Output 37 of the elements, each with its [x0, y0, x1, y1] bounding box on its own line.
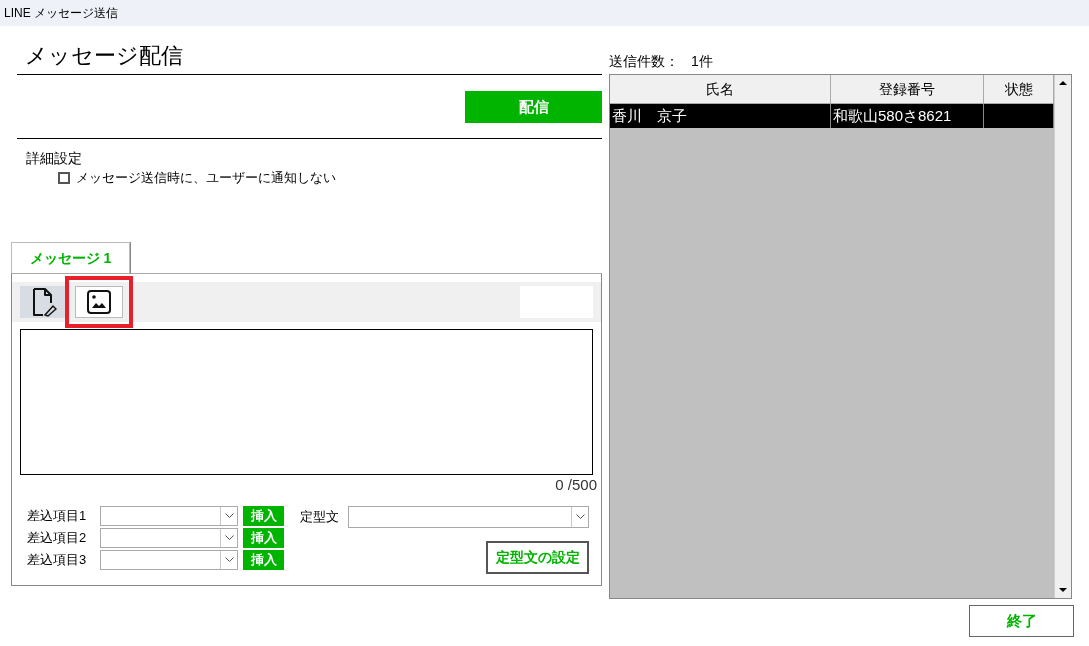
table-row[interactable]: 香川 京子 和歌山580さ8621: [610, 104, 1054, 128]
dropdown[interactable]: [100, 528, 238, 548]
dropdown[interactable]: [348, 506, 589, 528]
field-label: 差込項目2: [27, 529, 88, 548]
dropdown-arrow-icon[interactable]: [220, 551, 237, 569]
insert-button[interactable]: 挿入: [243, 506, 284, 526]
dropdown[interactable]: [100, 506, 238, 526]
close-button[interactable]: 終了: [969, 605, 1074, 637]
table-cell: 香川 京子: [610, 104, 831, 128]
message-input[interactable]: [20, 329, 593, 475]
section-label: 詳細設定: [26, 149, 83, 168]
send-button[interactable]: 配信: [465, 91, 602, 123]
insert-button[interactable]: 挿入: [243, 550, 284, 570]
field-label: 差込項目3: [27, 551, 88, 570]
checkbox[interactable]: [58, 172, 70, 184]
image-icon: [86, 289, 112, 315]
document-edit-icon: [31, 287, 57, 317]
count-value: 1件: [691, 52, 713, 71]
column-header[interactable]: 氏名: [610, 75, 831, 103]
dropdown-arrow-icon[interactable]: [571, 507, 588, 527]
column-header[interactable]: 登録番号: [831, 75, 984, 103]
field-label: 定型文: [300, 508, 340, 527]
tool-button[interactable]: [20, 286, 68, 318]
table-cell: 和歌山580さ8621: [831, 104, 984, 128]
page-heading: メッセージ配信: [25, 43, 183, 68]
field-label: 差込項目1: [27, 507, 88, 526]
dropdown-arrow-icon[interactable]: [220, 507, 237, 525]
dropdown[interactable]: [100, 550, 238, 570]
scrollbar[interactable]: [1054, 75, 1071, 598]
count-label: 送信件数：: [609, 52, 679, 71]
dropdown-arrow-icon[interactable]: [220, 529, 237, 547]
template-settings-button[interactable]: 定型文の設定: [486, 541, 589, 574]
insert-button[interactable]: 挿入: [243, 528, 284, 548]
checkbox-label: メッセージ送信時に、ユーザーに通知しない: [76, 169, 336, 187]
window-title: LINE メッセージ送信: [4, 5, 118, 22]
tab[interactable]: メッセージ 1: [11, 242, 130, 273]
character-counter: 0 /500: [555, 475, 597, 495]
